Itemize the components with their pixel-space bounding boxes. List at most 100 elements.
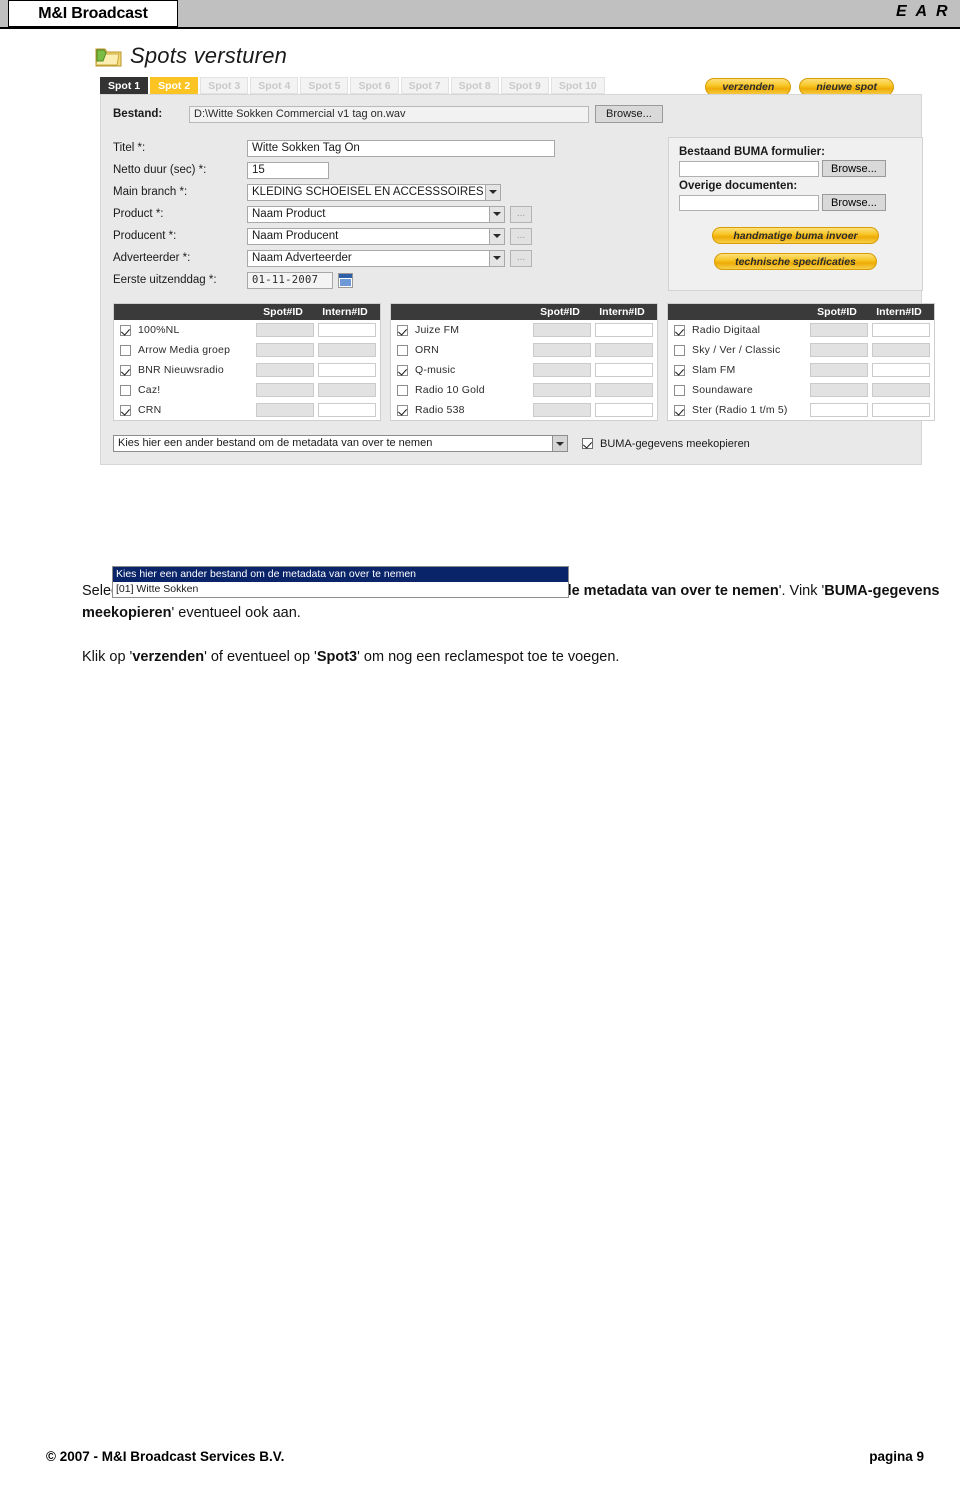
product-select[interactable]: Naam Product [247, 205, 505, 223]
adverteerder-browse-button[interactable]: ... [510, 249, 532, 267]
station-intern-id-cell[interactable] [595, 383, 653, 397]
eerste-uitzenddag-input[interactable]: 01-11-2007 [247, 271, 333, 289]
metadata-source-dropdown-list[interactable]: Kies hier een ander bestand om de metada… [112, 566, 569, 598]
dropdown-option[interactable]: [01] Witte Sokken [113, 582, 568, 597]
overige-documenten-input[interactable] [679, 194, 819, 211]
station-spot-id-cell[interactable] [533, 323, 591, 337]
adverteerder-select[interactable]: Naam Adverteerder [247, 249, 505, 267]
overige-documenten-browse-button[interactable]: Browse... [822, 194, 886, 211]
p2-part-d: Spot3 [316, 649, 358, 665]
tab-spot-5[interactable]: Spot 5 [300, 77, 349, 94]
tab-spot-7[interactable]: Spot 7 [400, 77, 449, 94]
station-spot-id-cell[interactable] [256, 403, 314, 417]
buma-form-browse-button[interactable]: Browse... [822, 160, 886, 177]
stations-header-3: Spot#ID Intern#ID [668, 304, 934, 320]
station-checkbox[interactable] [120, 384, 131, 396]
station-checkbox[interactable] [674, 324, 685, 336]
station-spot-id-cell[interactable] [810, 363, 868, 377]
bestand-browse-button[interactable]: Browse... [595, 105, 663, 123]
handmatige-buma-invoer-button[interactable]: handmatige buma invoer [712, 227, 879, 244]
tab-spot-4[interactable]: Spot 4 [250, 77, 299, 94]
station-row[interactable]: Sky / Ver / Classic [668, 340, 934, 360]
station-intern-id-cell[interactable] [595, 363, 653, 377]
tab-spot-6[interactable]: Spot 6 [350, 77, 399, 94]
station-spot-id-cell[interactable] [810, 403, 868, 417]
station-checkbox[interactable] [120, 404, 131, 416]
tab-spot-3[interactable]: Spot 3 [200, 77, 249, 94]
tab-spot-10[interactable]: Spot 10 [550, 77, 605, 94]
station-intern-id-cell[interactable] [872, 403, 930, 417]
tab-spot-9[interactable]: Spot 9 [500, 77, 549, 94]
station-row[interactable]: Ster (Radio 1 t/m 5) [668, 400, 934, 420]
buma-panel: Bestaand BUMA formulier: Browse... Overi… [668, 137, 923, 291]
station-checkbox[interactable] [397, 364, 408, 376]
station-intern-id-cell[interactable] [872, 323, 930, 337]
station-checkbox[interactable] [674, 364, 685, 376]
product-browse-button[interactable]: ... [510, 205, 532, 223]
station-spot-id-cell[interactable] [256, 343, 314, 357]
station-row[interactable]: Q-music [391, 360, 657, 380]
station-checkbox[interactable] [120, 324, 131, 336]
station-intern-id-cell[interactable] [872, 363, 930, 377]
tab-spot-1[interactable]: Spot 1 [100, 77, 149, 94]
station-spot-id-cell[interactable] [256, 323, 314, 337]
station-intern-id-cell[interactable] [595, 343, 653, 357]
station-checkbox[interactable] [397, 384, 408, 396]
bestand-input[interactable]: D:\Witte Sokken Commercial v1 tag on.wav [189, 105, 589, 123]
tab-spot-2[interactable]: Spot 2 [150, 77, 199, 94]
station-row[interactable]: Radio Digitaal [668, 320, 934, 340]
station-intern-id-cell[interactable] [872, 343, 930, 357]
producent-browse-button[interactable]: ... [510, 227, 532, 245]
station-intern-id-cell[interactable] [318, 383, 376, 397]
producent-select[interactable]: Naam Producent [247, 227, 505, 245]
calendar-icon[interactable] [338, 272, 353, 288]
station-row[interactable]: ORN [391, 340, 657, 360]
buma-copy-label: BUMA-gegevens meekopieren [600, 437, 750, 450]
station-row[interactable]: Slam FM [668, 360, 934, 380]
station-row[interactable]: 100%NL [114, 320, 380, 340]
main-branch-select[interactable]: KLEDING SCHOEISEL EN ACCESSSOIRES [247, 183, 501, 201]
station-row[interactable]: Caz! [114, 380, 380, 400]
metadata-source-select[interactable]: Kies hier een ander bestand om de metada… [113, 435, 568, 452]
station-checkbox[interactable] [120, 344, 131, 356]
p1-part-c: '. Vink ' [778, 583, 825, 599]
station-intern-id-cell[interactable] [318, 363, 376, 377]
buma-copy-checkbox[interactable] [582, 438, 593, 449]
station-intern-id-cell[interactable] [318, 323, 376, 337]
station-spot-id-cell[interactable] [533, 383, 591, 397]
station-checkbox[interactable] [397, 344, 408, 356]
station-intern-id-cell[interactable] [595, 403, 653, 417]
netto-duur-input[interactable]: 15 [247, 161, 329, 179]
station-row[interactable]: CRN [114, 400, 380, 420]
station-row[interactable]: Radio 10 Gold [391, 380, 657, 400]
station-checkbox[interactable] [120, 364, 131, 376]
station-intern-id-cell[interactable] [318, 403, 376, 417]
station-spot-id-cell[interactable] [810, 383, 868, 397]
station-spot-id-cell[interactable] [256, 383, 314, 397]
station-spot-id-cell[interactable] [533, 343, 591, 357]
tab-spot-8[interactable]: Spot 8 [450, 77, 499, 94]
buma-form-input[interactable] [679, 160, 819, 177]
station-checkbox[interactable] [397, 324, 408, 336]
station-checkbox[interactable] [674, 384, 685, 396]
technische-specificaties-button[interactable]: technische specificaties [714, 253, 877, 270]
station-checkbox[interactable] [674, 344, 685, 356]
station-row[interactable]: Radio 538 [391, 400, 657, 420]
titel-input[interactable]: Witte Sokken Tag On [247, 139, 555, 157]
station-checkbox[interactable] [397, 404, 408, 416]
buma-copy-row[interactable]: BUMA-gegevens meekopieren [582, 438, 750, 450]
station-row[interactable]: Juize FM [391, 320, 657, 340]
station-intern-id-cell[interactable] [595, 323, 653, 337]
station-intern-id-cell[interactable] [872, 383, 930, 397]
station-spot-id-cell[interactable] [256, 363, 314, 377]
station-row[interactable]: Arrow Media groep [114, 340, 380, 360]
station-spot-id-cell[interactable] [533, 363, 591, 377]
station-checkbox[interactable] [674, 404, 685, 416]
station-row[interactable]: Soundaware [668, 380, 934, 400]
station-spot-id-cell[interactable] [533, 403, 591, 417]
station-spot-id-cell[interactable] [810, 323, 868, 337]
station-row[interactable]: BNR Nieuwsradio [114, 360, 380, 380]
station-spot-id-cell[interactable] [810, 343, 868, 357]
dropdown-option[interactable]: Kies hier een ander bestand om de metada… [113, 567, 568, 582]
station-intern-id-cell[interactable] [318, 343, 376, 357]
